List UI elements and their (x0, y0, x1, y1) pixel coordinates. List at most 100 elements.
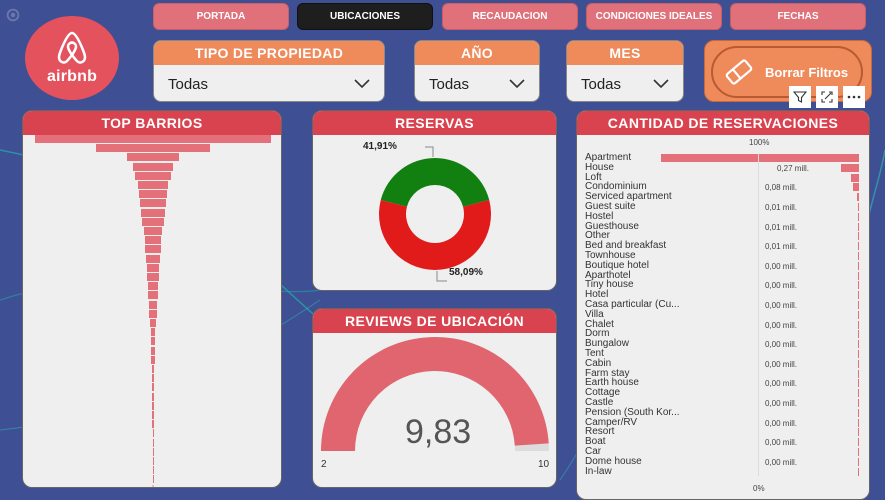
reviews-max-label: 10 (538, 459, 550, 470)
nav-recaudacion-button[interactable]: RECAUDACION (442, 3, 578, 30)
slicer-mes-dropdown[interactable]: Todas (567, 65, 683, 101)
reservas-slice-red[interactable] (379, 199, 491, 270)
top-barrios-bar[interactable] (151, 355, 155, 364)
top-barrios-bar[interactable] (151, 383, 155, 392)
top-barrios-bar[interactable] (149, 309, 157, 318)
top-barrios-bar[interactable] (137, 181, 169, 189)
top-barrios-bar[interactable] (138, 190, 168, 199)
top-barrios-bar[interactable] (143, 227, 163, 235)
nav-condiciones-ideales-button[interactable]: CONDICIONES IDEALES (586, 3, 722, 30)
top-barrios-bar[interactable] (144, 236, 162, 245)
nav-fechas-button[interactable]: FECHAS (730, 3, 866, 30)
top-barrios-bar[interactable] (142, 217, 164, 226)
cantidad-bar[interactable] (858, 428, 859, 437)
settings-gear-icon[interactable] (4, 6, 22, 24)
top-barrios-bar[interactable] (151, 365, 155, 373)
more-options-icon[interactable] (843, 86, 865, 108)
top-barrios-bar[interactable] (152, 475, 154, 484)
cantidad-bar[interactable] (858, 467, 859, 476)
top-barrios-bar[interactable] (150, 337, 156, 346)
reservas-leader-line (425, 146, 434, 157)
cantidad-bar[interactable] (858, 359, 859, 368)
top-barrios-bar[interactable] (152, 392, 154, 401)
slicer-mes-value: Todas (581, 75, 622, 93)
cantidad-bar[interactable] (858, 310, 859, 319)
cantidad-bar[interactable] (856, 193, 859, 202)
reviews-min-label: 2 (321, 459, 327, 470)
filter-icon[interactable] (789, 86, 811, 108)
cantidad-bar[interactable] (857, 203, 859, 211)
cantidad-bar[interactable] (858, 291, 859, 300)
reservas-slice-green[interactable] (380, 157, 490, 207)
top-barrios-bar[interactable] (152, 411, 154, 419)
top-barrios-bar[interactable] (148, 291, 158, 300)
cantidad-bar[interactable] (858, 271, 859, 280)
top-barrios-bar[interactable] (152, 401, 154, 410)
slicer-tipo-value: Todas (168, 75, 209, 93)
top-barrios-bar[interactable] (150, 328, 156, 337)
cantidad-bar[interactable] (858, 340, 859, 349)
top-barrios-bar[interactable] (141, 208, 165, 217)
cantidad-bar[interactable] (858, 252, 859, 260)
reservas-title: RESERVAS (313, 111, 556, 135)
nav-portada-button[interactable]: PORTADA (153, 3, 289, 30)
top-barrios-bar[interactable] (151, 374, 155, 383)
top-barrios-bar[interactable] (150, 319, 156, 327)
top-barrios-bar[interactable] (152, 466, 154, 475)
cantidad-bar[interactable] (858, 281, 859, 290)
cantidad-bar[interactable] (858, 438, 859, 447)
cantidad-bar[interactable] (841, 163, 859, 172)
cantidad-bar[interactable] (851, 173, 859, 182)
top-barrios-bar[interactable] (147, 273, 159, 281)
cantidad-bar[interactable] (858, 320, 859, 329)
reviews-gauge-chart (321, 336, 549, 451)
cantidad-bar[interactable] (858, 212, 859, 221)
top-barrios-bar[interactable] (127, 153, 179, 162)
top-barrios-bar[interactable] (148, 300, 158, 309)
cantidad-value-label: 0,00 mill. (765, 418, 798, 428)
airbnb-wordmark: airbnb (46, 68, 98, 85)
top-barrios-bar[interactable] (35, 135, 271, 143)
cantidad-bar[interactable] (858, 330, 859, 339)
cantidad-bar[interactable] (858, 389, 859, 398)
top-barrios-bar[interactable] (96, 144, 210, 153)
cantidad-value-label: 0,01 mill. (765, 203, 798, 212)
top-barrios-bar[interactable] (152, 438, 154, 447)
focus-mode-icon[interactable] (816, 86, 838, 108)
cantidad-bar[interactable] (858, 232, 859, 241)
cantidad-bar[interactable] (858, 242, 859, 251)
cantidad-bar[interactable] (858, 379, 859, 388)
cantidad-bar[interactable] (858, 408, 859, 417)
top-barrios-tail (152, 484, 154, 487)
cantidad-bar[interactable] (858, 369, 859, 378)
cantidad-category-label: In-law (585, 465, 612, 477)
cantidad-bar[interactable] (858, 261, 859, 270)
top-barrios-bar[interactable] (152, 429, 154, 438)
top-barrios-bar[interactable] (151, 346, 155, 355)
top-barrios-bar[interactable] (132, 162, 174, 171)
slicer-tipo-dropdown[interactable]: Todas (154, 65, 384, 101)
top-barrios-bar[interactable] (146, 263, 160, 272)
cantidad-bar[interactable] (853, 183, 859, 192)
top-barrios-title: TOP BARRIOS (23, 111, 281, 135)
cantidad-bar[interactable] (858, 222, 859, 231)
top-barrios-bar[interactable] (152, 420, 154, 429)
cantidad-bar[interactable] (661, 154, 859, 162)
cantidad-bar[interactable] (858, 418, 859, 427)
cantidad-value-label: 0,00 mill. (765, 340, 798, 350)
top-barrios-bar[interactable] (145, 254, 161, 263)
cantidad-bar[interactable] (858, 399, 859, 407)
top-barrios-bar[interactable] (152, 457, 154, 465)
top-barrios-bar[interactable] (135, 171, 171, 180)
cantidad-bar[interactable] (858, 301, 859, 309)
top-barrios-bar[interactable] (152, 447, 154, 456)
top-barrios-funnel-chart (23, 135, 281, 487)
top-barrios-bar[interactable] (140, 199, 166, 208)
nav-ubicaciones-button[interactable]: UBICACIONES (297, 3, 433, 30)
cantidad-bar[interactable] (858, 457, 859, 466)
top-barrios-bar[interactable] (147, 282, 159, 291)
slicer-anio-dropdown[interactable]: Todas (415, 65, 539, 101)
cantidad-bar[interactable] (858, 350, 859, 358)
top-barrios-bar[interactable] (145, 245, 161, 254)
cantidad-bar[interactable] (858, 448, 859, 456)
